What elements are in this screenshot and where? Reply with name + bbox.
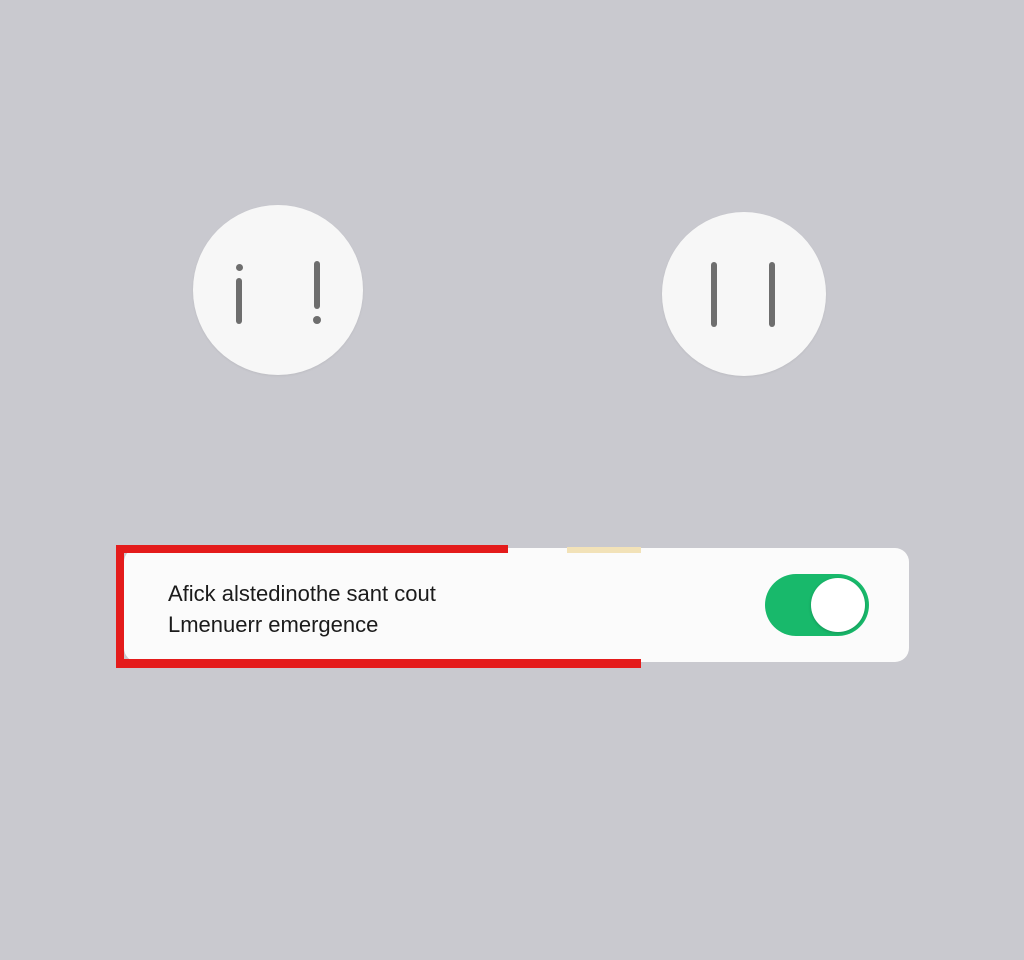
toggle-knob[interactable] [811,578,865,632]
emergence-toggle[interactable] [765,574,869,636]
setting-description: Afick alstedinothe sant cout Lmenuerr em… [168,578,608,640]
pause-button[interactable] [662,212,826,376]
highlight-border-bottom [116,659,641,668]
setting-title: Afick alstedinothe sant cout [168,581,436,606]
setting-subtitle: Lmenuerr emergence [168,612,379,637]
info-alert-button[interactable] [193,205,363,375]
yellow-accent-strip [567,547,641,553]
highlight-border-left [116,545,124,668]
highlight-border-top [116,545,508,553]
